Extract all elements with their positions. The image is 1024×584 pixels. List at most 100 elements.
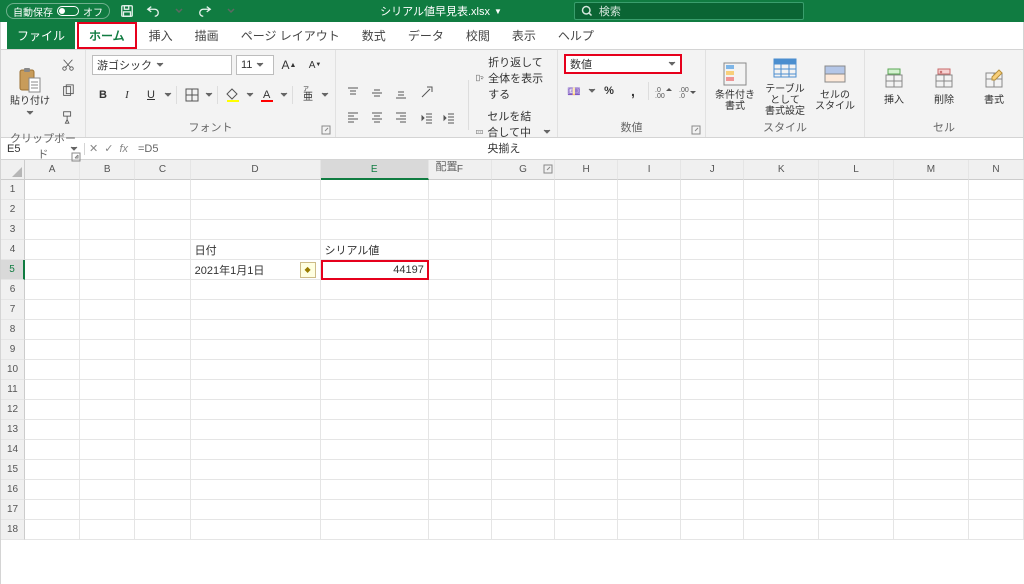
insert-cells-button[interactable]: 挿入 [871, 65, 917, 106]
cell-F7[interactable] [429, 300, 492, 320]
cell-A6[interactable] [25, 280, 80, 300]
cell-L17[interactable] [819, 500, 894, 520]
cell-D3[interactable] [191, 220, 321, 240]
font-name-combo[interactable]: 游ゴシック [92, 55, 232, 75]
row-header[interactable]: 3 [1, 220, 25, 240]
cell-K7[interactable] [744, 300, 819, 320]
increase-decimal-icon[interactable]: .0.00 [653, 80, 675, 102]
cell-K17[interactable] [744, 500, 819, 520]
cell-M2[interactable] [894, 200, 969, 220]
cell-G12[interactable] [492, 400, 555, 420]
dialog-launcher-icon[interactable] [691, 125, 701, 135]
cell-E2[interactable] [321, 200, 429, 220]
cell-I9[interactable] [618, 340, 681, 360]
cell-B11[interactable] [80, 380, 135, 400]
cell-E10[interactable] [321, 360, 429, 380]
cell-J18[interactable] [681, 520, 744, 540]
cell-G3[interactable] [492, 220, 555, 240]
cell-I2[interactable] [618, 200, 681, 220]
cell-M13[interactable] [894, 420, 969, 440]
cell-G18[interactable] [492, 520, 555, 540]
row-header[interactable]: 10 [1, 360, 25, 380]
cell-H13[interactable] [555, 420, 618, 440]
cell-J16[interactable] [681, 480, 744, 500]
cell-M1[interactable] [894, 180, 969, 200]
borders-icon[interactable] [181, 84, 203, 106]
row-header[interactable]: 7 [1, 300, 25, 320]
cell-L1[interactable] [819, 180, 894, 200]
cell-N15[interactable] [969, 460, 1024, 480]
cell-E16[interactable] [321, 480, 429, 500]
cell-J15[interactable] [681, 460, 744, 480]
number-format-combo[interactable]: 数値 [564, 54, 682, 74]
cell-F11[interactable] [429, 380, 492, 400]
cell-B3[interactable] [80, 220, 135, 240]
filename[interactable]: シリアル値早見表.xlsx ▼ [380, 3, 502, 19]
underline-button[interactable]: U [140, 84, 162, 106]
cell-C15[interactable] [135, 460, 190, 480]
phonetic-dropdown[interactable] [321, 91, 329, 99]
cell-F14[interactable] [429, 440, 492, 460]
underline-dropdown[interactable] [164, 91, 172, 99]
cell-B10[interactable] [80, 360, 135, 380]
cell-C1[interactable] [135, 180, 190, 200]
phonetic-icon[interactable]: ア亜 [297, 84, 319, 106]
cell-E14[interactable] [321, 440, 429, 460]
cell-B17[interactable] [80, 500, 135, 520]
cell-I4[interactable] [618, 240, 681, 260]
tab-view[interactable]: 表示 [502, 22, 546, 49]
cell-G5[interactable] [492, 260, 555, 280]
tab-pagelayout[interactable]: ページ レイアウト [231, 22, 350, 49]
row-header[interactable]: 11 [1, 380, 25, 400]
cell-C6[interactable] [135, 280, 190, 300]
align-top-icon[interactable] [342, 82, 364, 104]
borders-dropdown[interactable] [205, 91, 213, 99]
cell-N7[interactable] [969, 300, 1024, 320]
cell-C5[interactable] [135, 260, 190, 280]
cell-J7[interactable] [681, 300, 744, 320]
cell-C2[interactable] [135, 200, 190, 220]
cell-D8[interactable] [191, 320, 321, 340]
cell-G16[interactable] [492, 480, 555, 500]
cell-N1[interactable] [969, 180, 1024, 200]
cell-A2[interactable] [25, 200, 80, 220]
row-header[interactable]: 1 [1, 180, 25, 200]
cell-K10[interactable] [744, 360, 819, 380]
cell-L10[interactable] [819, 360, 894, 380]
font-color-icon[interactable]: A [256, 84, 278, 106]
cell-L5[interactable] [819, 260, 894, 280]
select-all-corner[interactable] [1, 160, 25, 180]
cell-E3[interactable] [321, 220, 429, 240]
format-painter-icon[interactable] [57, 106, 79, 128]
cell-A15[interactable] [25, 460, 80, 480]
cell-I12[interactable] [618, 400, 681, 420]
cell-F10[interactable] [429, 360, 492, 380]
cell-B14[interactable] [80, 440, 135, 460]
save-icon[interactable] [118, 2, 136, 20]
cell-L8[interactable] [819, 320, 894, 340]
column-header[interactable]: A [25, 160, 80, 180]
cell-K1[interactable] [744, 180, 819, 200]
increase-font-icon[interactable]: A▲ [278, 54, 300, 76]
cell-E17[interactable] [321, 500, 429, 520]
cell-I7[interactable] [618, 300, 681, 320]
column-header[interactable]: H [555, 160, 618, 180]
cell-E7[interactable] [321, 300, 429, 320]
cut-icon[interactable] [57, 54, 79, 76]
column-header[interactable]: N [969, 160, 1024, 180]
cell-F4[interactable] [429, 240, 492, 260]
row-header[interactable]: 18 [1, 520, 25, 540]
row-header[interactable]: 16 [1, 480, 25, 500]
cell-J14[interactable] [681, 440, 744, 460]
cell-C11[interactable] [135, 380, 190, 400]
bold-button[interactable]: B [92, 84, 114, 106]
cell-H15[interactable] [555, 460, 618, 480]
cell-H7[interactable] [555, 300, 618, 320]
cell-F1[interactable] [429, 180, 492, 200]
cell-A11[interactable] [25, 380, 80, 400]
cell-D11[interactable] [191, 380, 321, 400]
cell-F2[interactable] [429, 200, 492, 220]
cell-J3[interactable] [681, 220, 744, 240]
column-header[interactable]: C [135, 160, 190, 180]
cell-L14[interactable] [819, 440, 894, 460]
